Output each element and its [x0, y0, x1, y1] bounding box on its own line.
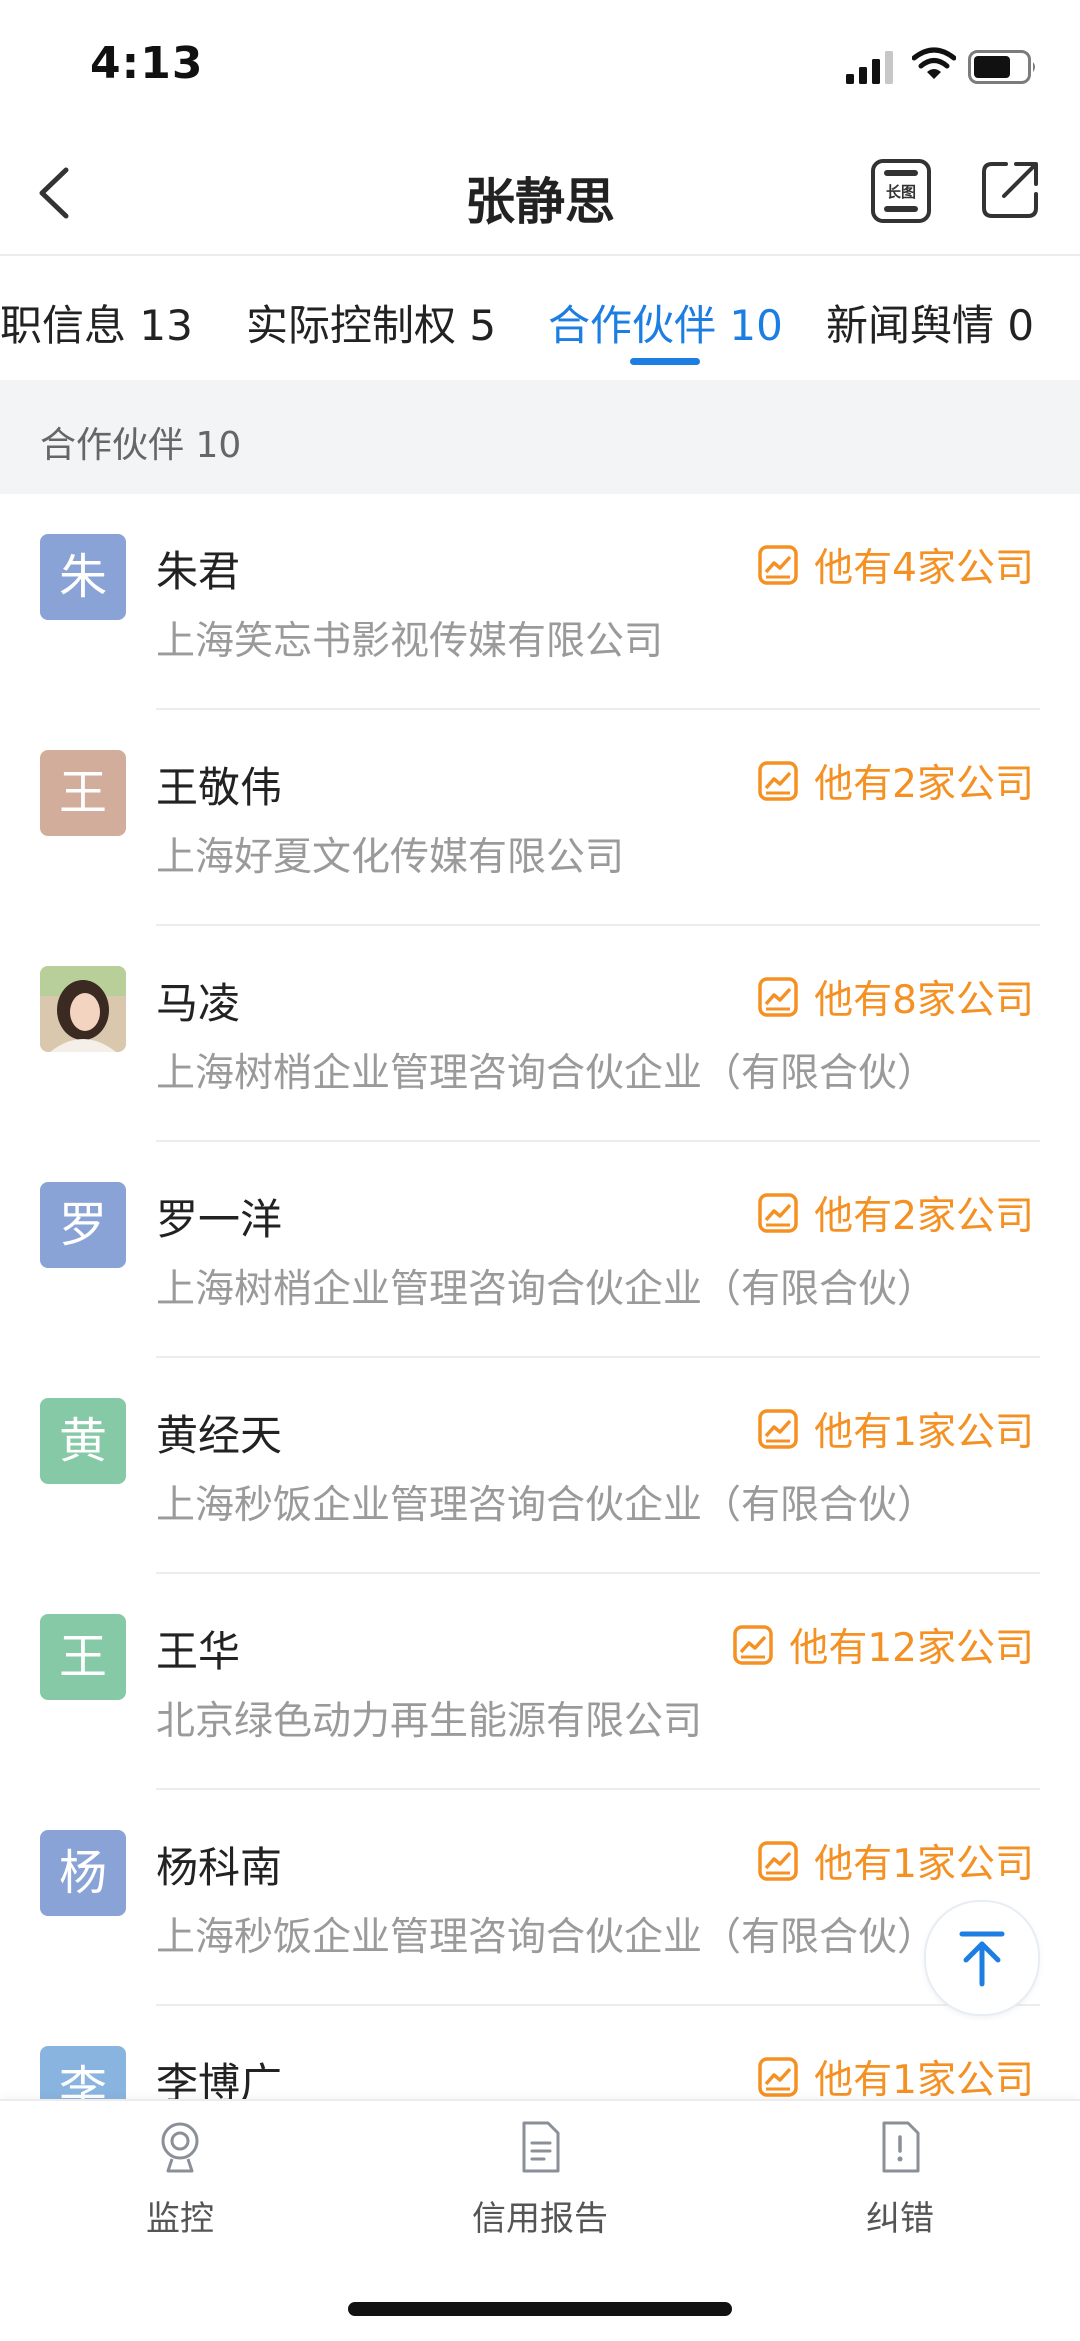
monitor-camera-icon [161, 2122, 199, 2173]
partner-company[interactable]: 上海笑忘书影视传媒有限公司 [156, 610, 663, 666]
long-image-icon: 长图 [871, 159, 931, 223]
monitor-button[interactable]: 监控 [80, 2119, 280, 2240]
section-title: 合作伙伴 10 [40, 425, 242, 466]
partner-name: 王敬伟 [156, 763, 283, 812]
arrow-up-icon [959, 1931, 1005, 1987]
company-count-label: 他有4家公司 [814, 546, 1034, 591]
navigation-bar: 张静思 长图 [0, 132, 1080, 256]
partner-name: 李博广 [156, 2059, 283, 2099]
partner-row[interactable]: 王 王敬伟 上海好夏文化传媒有限公司 他有2家公司 [0, 710, 1080, 926]
credit-report-button[interactable]: 信用报告 [440, 2119, 640, 2240]
partner-company[interactable]: 北京绿色动力再生能源有限公司 [156, 1690, 702, 1746]
partner-row[interactable]: 朱 朱君 上海笑忘书影视传媒有限公司 他有4家公司 [0, 494, 1080, 710]
tab-news[interactable]: 新闻舆情 0 [826, 292, 1034, 353]
company-count-link[interactable]: 他有2家公司 [758, 1188, 1034, 1239]
tab-bar: 任职信息 13 实际控制权 5 合作伙伴 10 新闻舆情 0 [0, 256, 1080, 380]
partner-company[interactable]: 上海树梢企业管理咨询合伙企业（有限合伙） [156, 1258, 936, 1314]
chart-trend-icon [758, 761, 798, 801]
chart-trend-icon [758, 2057, 798, 2097]
company-count-label: 他有1家公司 [814, 1842, 1034, 1887]
partner-row[interactable]: 杨 杨科南 上海秒饭企业管理咨询合伙企业（有限合伙） 他有1家公司 [0, 1790, 1080, 2006]
company-count-label: 他有2家公司 [814, 1194, 1034, 1239]
company-count-link[interactable]: 他有12家公司 [733, 1620, 1034, 1671]
error-report-icon [882, 2121, 920, 2173]
section-header: 合作伙伴 10 [0, 380, 1080, 494]
avatar-photo [40, 966, 126, 1052]
company-count-link[interactable]: 他有4家公司 [758, 540, 1034, 591]
tab-employment-info[interactable]: 任职信息 13 [0, 292, 193, 353]
partner-row[interactable]: 马凌 上海树梢企业管理咨询合伙企业（有限合伙） 他有8家公司 [0, 926, 1080, 1142]
chart-trend-icon [758, 977, 798, 1017]
partner-row[interactable]: 李 李博广 他有1家公司 [0, 2006, 1080, 2099]
monitor-label: 监控 [146, 2199, 214, 2239]
scroll-to-top-button[interactable] [924, 1900, 1040, 2016]
person-photo-icon [40, 966, 126, 1052]
avatar: 王 [40, 1614, 126, 1700]
long-image-label: 长图 [886, 183, 916, 201]
chart-trend-icon [733, 1625, 774, 1665]
credit-report-label: 信用报告 [472, 2199, 608, 2239]
partner-name: 杨科南 [156, 1843, 283, 1892]
company-count-link[interactable]: 他有1家公司 [758, 1836, 1034, 1887]
home-indicator [348, 2302, 732, 2316]
partner-company[interactable]: 上海秒饭企业管理咨询合伙企业（有限合伙） [156, 1906, 936, 1962]
company-count-link[interactable]: 他有1家公司 [758, 1404, 1034, 1455]
document-icon [522, 2121, 560, 2173]
company-count-label: 他有12家公司 [789, 1626, 1034, 1671]
error-report-label: 纠错 [866, 2199, 934, 2239]
tab-partners[interactable]: 合作伙伴 10 [548, 292, 783, 353]
partner-name: 马凌 [156, 979, 241, 1028]
company-count-link[interactable]: 他有1家公司 [758, 2052, 1034, 2099]
company-count-label: 他有2家公司 [814, 762, 1034, 807]
chart-trend-icon [758, 1193, 798, 1233]
partner-list: 朱 朱君 上海笑忘书影视传媒有限公司 他有4家公司 王 王敬伟 上海好夏文化传媒… [0, 494, 1080, 2099]
status-time: 4:13 [90, 38, 204, 89]
chart-trend-icon [758, 1409, 798, 1449]
error-report-button[interactable]: 纠错 [800, 2119, 1000, 2240]
battery-icon [968, 50, 1035, 84]
company-count-link[interactable]: 他有8家公司 [758, 972, 1034, 1023]
avatar: 杨 [40, 1830, 126, 1916]
chart-trend-icon [758, 1841, 798, 1881]
partner-name: 黄经天 [156, 1411, 283, 1460]
chart-trend-icon [758, 545, 798, 585]
partner-name: 罗一洋 [156, 1195, 283, 1244]
company-count-label: 他有1家公司 [814, 1410, 1034, 1455]
wifi-icon [912, 47, 956, 79]
status-bar: 4:13 [0, 0, 1080, 132]
tab-active-indicator [630, 358, 700, 365]
company-count-label: 他有8家公司 [814, 978, 1034, 1023]
partner-name: 朱君 [156, 547, 241, 596]
avatar: 黄 [40, 1398, 126, 1484]
partner-company[interactable]: 上海好夏文化传媒有限公司 [156, 826, 624, 882]
long-image-button[interactable]: 长图 [870, 158, 932, 224]
partner-name: 王华 [156, 1627, 241, 1676]
avatar: 罗 [40, 1182, 126, 1268]
partner-row[interactable]: 罗 罗一洋 上海树梢企业管理咨询合伙企业（有限合伙） 他有2家公司 [0, 1142, 1080, 1358]
company-count-link[interactable]: 他有2家公司 [758, 756, 1034, 807]
avatar: 李 [40, 2046, 126, 2099]
cellular-signal-icon [846, 51, 893, 84]
partner-row[interactable]: 黄 黄经天 上海秒饭企业管理咨询合伙企业（有限合伙） 他有1家公司 [0, 1358, 1080, 1574]
company-count-label: 他有1家公司 [814, 2058, 1034, 2099]
partner-row[interactable]: 王 王华 北京绿色动力再生能源有限公司 他有12家公司 [0, 1574, 1080, 1790]
tab-actual-control[interactable]: 实际控制权 5 [246, 292, 496, 353]
avatar: 王 [40, 750, 126, 836]
avatar: 朱 [40, 534, 126, 620]
partner-company[interactable]: 上海树梢企业管理咨询合伙企业（有限合伙） [156, 1042, 936, 1098]
share-button[interactable] [978, 158, 1042, 222]
partner-company[interactable]: 上海秒饭企业管理咨询合伙企业（有限合伙） [156, 1474, 936, 1530]
